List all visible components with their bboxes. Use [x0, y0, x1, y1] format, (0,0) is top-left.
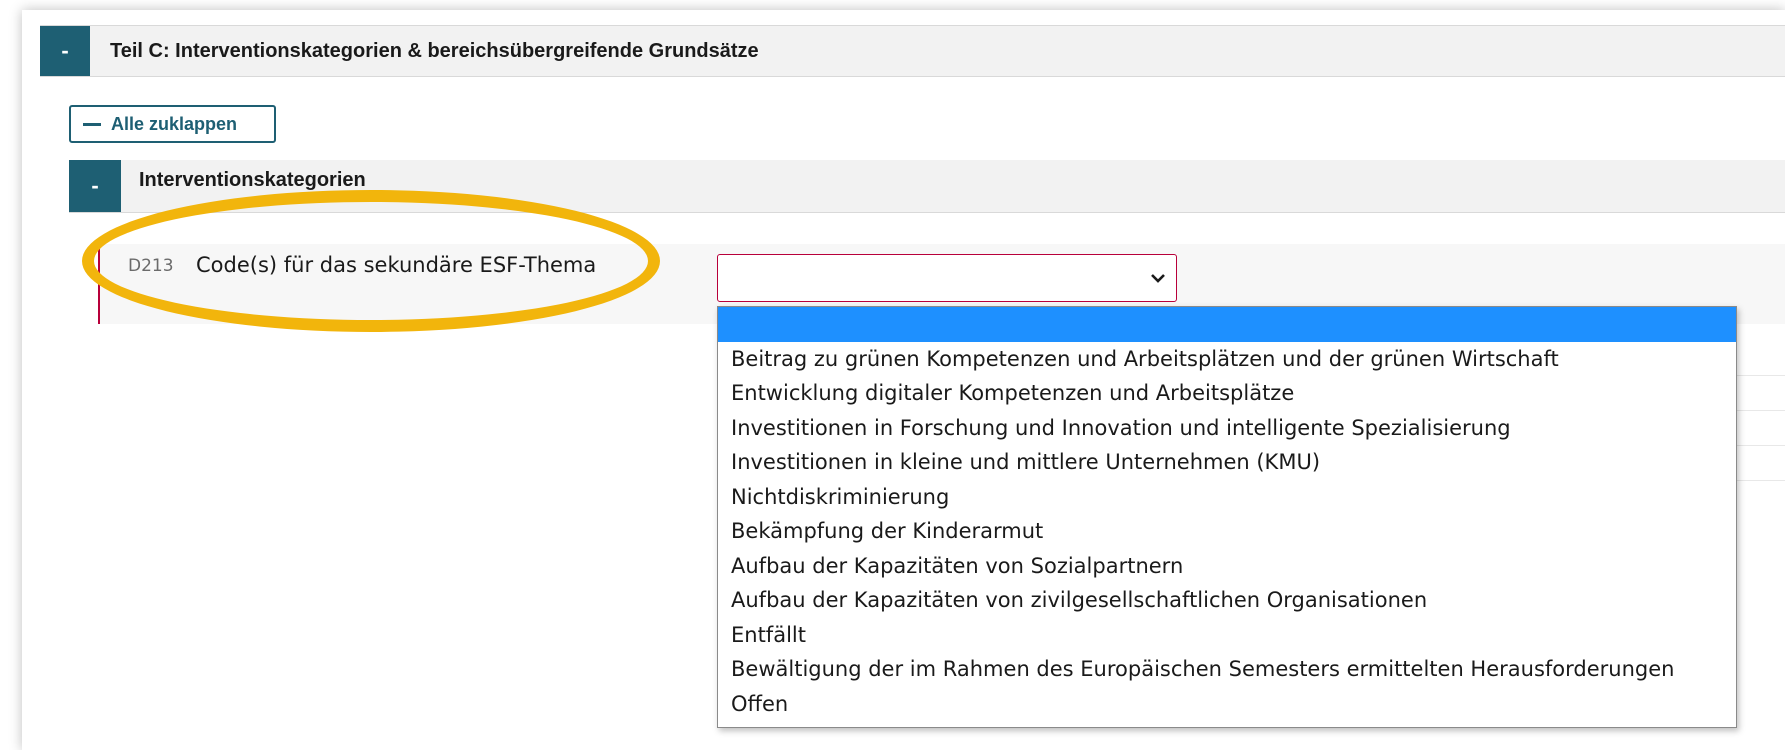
collapse-all-label: Alle zuklappen — [111, 113, 238, 134]
dropdown-option[interactable]: Bekämpfung der Kinderarmut — [718, 514, 1736, 549]
minus-icon — [83, 122, 101, 126]
dropdown-option[interactable]: Entwicklung digitaler Kompetenzen und Ar… — [718, 376, 1736, 411]
content-clip — [22, 330, 712, 750]
subsection-collapse-button[interactable]: - — [69, 160, 121, 212]
collapse-all-button[interactable]: Alle zuklappen — [69, 105, 276, 143]
dropdown-option[interactable]: Beitrag zu grünen Kompetenzen und Arbeit… — [718, 342, 1736, 377]
divider — [1737, 480, 1785, 481]
divider — [1737, 375, 1785, 376]
dropdown-option[interactable]: Investitionen in kleine und mittlere Unt… — [718, 445, 1736, 480]
esf-theme-select[interactable] — [717, 254, 1177, 302]
dropdown-option[interactable] — [718, 307, 1736, 342]
divider — [1737, 445, 1785, 446]
section-header-teil-c: - Teil C: Interventionskategorien & bere… — [40, 25, 1785, 77]
subsection-title: Interventionskategorien — [139, 169, 366, 191]
dropdown-option[interactable]: Aufbau der Kapazitäten von Sozialpartner… — [718, 549, 1736, 584]
dropdown-option[interactable]: Bewältigung der im Rahmen des Europäisch… — [718, 652, 1736, 687]
esf-theme-dropdown-list[interactable]: Beitrag zu grünen Kompetenzen und Arbeit… — [717, 306, 1737, 728]
dropdown-option[interactable]: Entfällt — [718, 618, 1736, 653]
field-code: D213 — [128, 256, 174, 276]
dropdown-option[interactable]: Nichtdiskriminierung — [718, 480, 1736, 515]
chevron-down-icon — [1151, 274, 1165, 283]
divider — [1737, 410, 1785, 411]
section-collapse-button[interactable]: - — [40, 26, 90, 76]
dropdown-option[interactable]: Offen — [718, 687, 1736, 722]
field-label: Code(s) für das sekundäre ESF-Thema — [196, 253, 597, 277]
subsection-header-interventionskategorien: - Interventionskategorien — [69, 160, 1785, 213]
dropdown-option[interactable]: Investitionen in Forschung und Innovatio… — [718, 411, 1736, 446]
section-title: Teil C: Interventionskategorien & bereic… — [110, 40, 759, 62]
dropdown-option[interactable]: Aufbau der Kapazitäten von zivilgesellsc… — [718, 583, 1736, 618]
